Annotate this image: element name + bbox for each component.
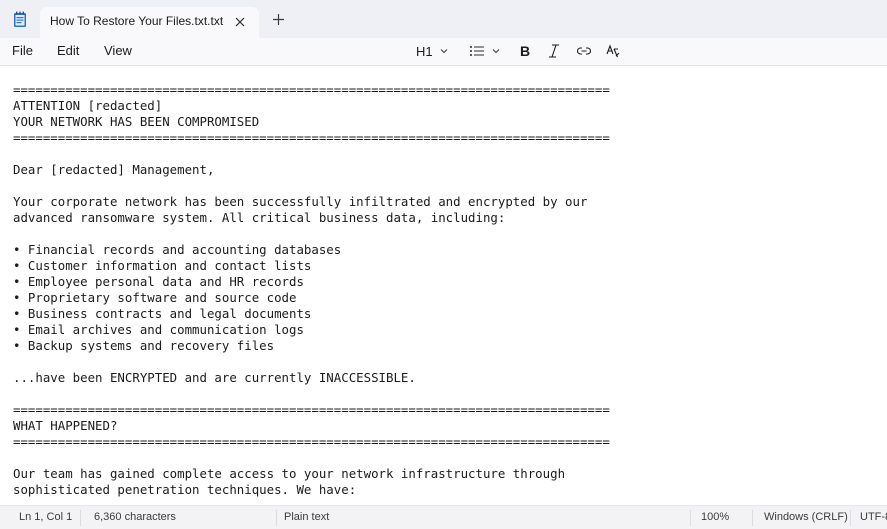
document-line: • Customer information and contact lists [13,258,312,273]
document-line: sophisticated penetration techniques. We… [13,482,357,497]
notepad-app-icon [14,11,26,27]
document-line: • Proprietary software and source code [13,290,297,305]
zoom-level[interactable]: 100% [701,511,729,523]
clear-formatting-icon [606,44,620,58]
document-line: advanced ransomware system. All critical… [13,210,506,225]
document-line: Dear [redacted] Management, [13,162,215,177]
bold-icon: B [520,43,530,59]
line-ending[interactable]: Windows (CRLF) [764,511,848,523]
cursor-position[interactable]: Ln 1, Col 1 [19,511,72,523]
italic-button[interactable] [547,41,561,61]
chevron-down-icon [492,49,500,54]
close-icon[interactable] [233,15,247,29]
encoding[interactable]: UTF-8 [860,511,887,523]
italic-icon [549,44,559,58]
svg-text:B: B [520,43,530,59]
format-label[interactable]: Plain text [284,511,329,523]
document-line: ========================================… [13,82,610,97]
menu-view[interactable]: View [102,43,134,58]
character-count: 6,360 characters [94,511,176,523]
document-line: • Financial records and accounting datab… [13,242,342,257]
status-divider [752,510,753,526]
menu-file[interactable]: File [10,43,35,58]
document-line: ...have been ENCRYPTED and are currently… [13,370,416,385]
chevron-down-icon [440,49,448,54]
bold-button[interactable]: B [518,41,532,61]
text-editor[interactable]: ========================================… [0,66,887,504]
document-tab[interactable]: How To Restore Your Files.txt.txt [40,7,259,38]
document-line: YOUR NETWORK HAS BEEN COMPROMISED [13,114,260,129]
heading-dropdown[interactable]: H1 [416,41,449,61]
status-divider [690,510,691,526]
tab-title: How To Restore Your Files.txt.txt [50,14,224,28]
document-line: • Business contracts and legal documents [13,306,312,321]
title-bar: How To Restore Your Files.txt.txt [0,0,887,38]
document-line: ========================================… [13,434,610,449]
document-line: • Email archives and communication logs [13,322,304,337]
plus-icon[interactable] [272,13,285,26]
document-line: Our team has gained complete access to y… [13,466,566,481]
menu-edit[interactable]: Edit [55,43,81,58]
document-line: Your corporate network has been successf… [13,194,588,209]
heading-label: H1 [416,43,433,59]
status-divider [80,510,81,526]
document-line: • Employee personal data and HR records [13,274,304,289]
status-divider [276,510,277,526]
document-line: • Backup systems and recovery files [13,338,275,353]
clear-formatting-button[interactable] [605,41,621,61]
document-line: ========================================… [13,402,610,417]
document-line: WHAT HAPPENED? [13,418,118,433]
notepad-window: How To Restore Your Files.txt.txt File E… [0,0,887,529]
document-line: ATTENTION [redacted] [13,98,163,113]
document-line: ========================================… [13,130,610,145]
document-text: ========================================… [13,82,610,498]
link-icon [577,47,591,55]
status-bar: Ln 1, Col 1 6,360 characters Plain text … [0,505,887,529]
status-divider [850,510,851,526]
list-dropdown[interactable] [469,41,501,61]
bulleted-list-icon [470,46,484,56]
menu-bar: File Edit View H1 B [0,38,887,66]
link-button[interactable] [576,41,592,61]
